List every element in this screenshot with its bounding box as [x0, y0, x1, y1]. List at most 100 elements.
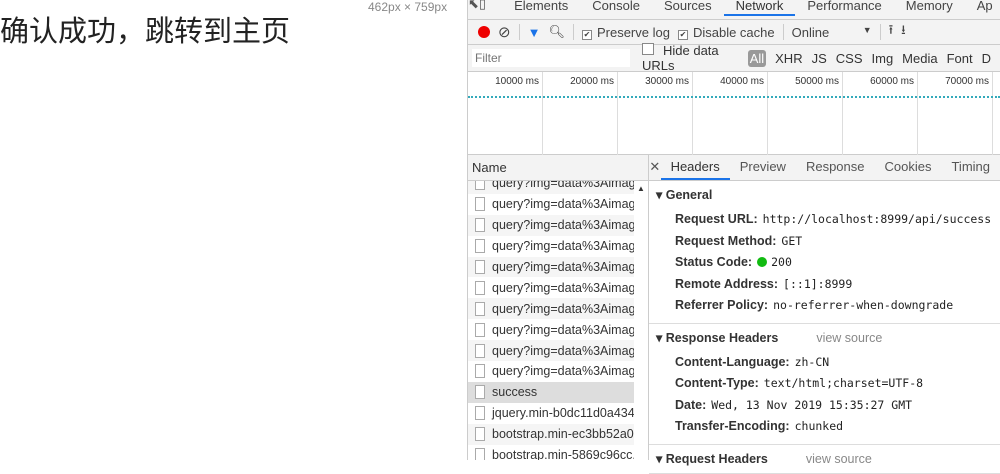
- tab-sources[interactable]: Sources: [652, 0, 724, 20]
- view-source-link[interactable]: view source: [816, 331, 882, 345]
- filter-input[interactable]: [472, 49, 630, 67]
- tab-cookies[interactable]: Cookies: [875, 155, 942, 180]
- request-row[interactable]: bootstrap.min-ec3bb52a0.: [468, 423, 634, 445]
- response-headers-toggle[interactable]: ▾ Response Headers view source: [656, 330, 1000, 346]
- request-details: ✕ Headers Preview Response Cookies Timin…: [649, 155, 1000, 474]
- filter-bar: Hide data URLs All XHR JS CSS Img Media …: [468, 43, 1000, 73]
- request-row[interactable]: success: [468, 381, 634, 403]
- request-row[interactable]: query?img=data%3Aimag.: [468, 298, 634, 320]
- device-toolbar-icon[interactable]: ▯: [479, 0, 486, 12]
- devtools-tabs: ⬉ ▯ Elements Console Sources Network Per…: [468, 0, 1000, 20]
- name-column-header[interactable]: Name: [468, 155, 649, 181]
- request-row[interactable]: query?img=data%3Aimag.: [468, 236, 634, 257]
- header-value: chunked: [794, 419, 844, 433]
- file-icon: [475, 343, 485, 358]
- filter-type-css[interactable]: CSS: [836, 51, 863, 66]
- tab-headers[interactable]: Headers: [660, 155, 730, 180]
- header-key: Content-Language:: [675, 354, 790, 369]
- section-title: General: [665, 188, 713, 202]
- filter-type-img[interactable]: Img: [872, 51, 894, 66]
- general-toggle[interactable]: ▾ General: [656, 187, 1000, 203]
- request-name: query?img=data%3Aimag.: [492, 301, 634, 316]
- search-icon[interactable]: 🔍︎: [548, 24, 565, 40]
- file-icon: [475, 385, 485, 400]
- request-list-scrollbar[interactable]: ▲: [634, 181, 649, 460]
- file-icon: [475, 197, 485, 212]
- request-row[interactable]: query?img=data%3Aimag.: [468, 214, 634, 236]
- tab-response[interactable]: Response: [796, 155, 875, 180]
- tab-application[interactable]: Ap: [965, 0, 1000, 20]
- preserve-log-checkbox[interactable]: ✔ Preserve log: [581, 25, 670, 40]
- request-row[interactable]: query?img=data%3Aimag.: [468, 361, 634, 382]
- request-row[interactable]: query?img=data%3Aimag.: [468, 194, 634, 215]
- request-name: query?img=data%3Aimag.: [492, 364, 634, 379]
- filter-type-all[interactable]: All: [747, 49, 767, 67]
- timeline-tick: 50000 ms: [768, 72, 843, 155]
- tab-memory[interactable]: Memory: [894, 0, 965, 20]
- close-icon[interactable]: ✕: [649, 155, 661, 180]
- throttle-select[interactable]: Online ▼: [792, 25, 872, 40]
- request-row[interactable]: query?img=data%3Aimag.: [468, 319, 634, 340]
- filter-icon[interactable]: ▼: [528, 25, 541, 40]
- header-value: no-referrer-when-downgrade: [773, 298, 954, 312]
- header-key: Content-Type:: [675, 376, 759, 390]
- filter-type-xhr[interactable]: XHR: [775, 51, 802, 66]
- file-icon: [475, 260, 485, 274]
- record-icon[interactable]: [478, 26, 490, 38]
- timeline-tick: 60000 ms: [843, 72, 918, 155]
- devtools-panel: ⬉ ▯ Elements Console Sources Network Per…: [467, 0, 1000, 474]
- status-ok-icon: [757, 257, 768, 267]
- inspect-element-icon[interactable]: ⬉: [468, 0, 479, 12]
- view-source-link[interactable]: view source: [806, 452, 872, 466]
- request-row[interactable]: bootstrap.min-5869c96cc.: [468, 445, 634, 460]
- details-tabs: ✕ Headers Preview Response Cookies Timin…: [649, 155, 1000, 181]
- filter-type-doc[interactable]: D: [982, 51, 991, 66]
- request-name: query?img=data%3Aimag.: [492, 260, 634, 274]
- header-item: Date: Wed, 13 Nov 2019 15:35:27 GMT: [656, 395, 1000, 417]
- request-row[interactable]: query?img=data%3Aimag.: [468, 181, 634, 194]
- file-icon: [475, 301, 485, 316]
- tab-performance[interactable]: Performance: [795, 0, 893, 20]
- filter-type-js[interactable]: JS: [812, 51, 827, 66]
- import-har-icon[interactable]: ⭱: [889, 21, 894, 43]
- divider: [572, 24, 574, 40]
- header-key: Referrer Policy:: [675, 298, 769, 312]
- timeline-tick: 10000 ms: [468, 72, 543, 155]
- header-key: Transfer-Encoding:: [675, 419, 790, 433]
- tab-network[interactable]: Network: [723, 0, 796, 16]
- file-icon: [475, 406, 485, 421]
- header-key: Remote Address:: [675, 276, 779, 291]
- file-icon: [475, 322, 485, 337]
- chevron-down-icon: ▼: [862, 24, 872, 35]
- filter-type-font[interactable]: Font: [947, 51, 973, 66]
- request-row[interactable]: jquery.min-b0dc11d0a434.: [468, 403, 634, 424]
- request-name: jquery.min-b0dc11d0a434.: [492, 406, 634, 421]
- request-row[interactable]: query?img=data%3Aimag.: [468, 340, 634, 362]
- timeline-overview[interactable]: 10000 ms 20000 ms 30000 ms 40000 ms 5000…: [468, 72, 1000, 155]
- clear-icon[interactable]: ⊘: [498, 23, 511, 41]
- file-icon: [475, 364, 485, 379]
- scroll-up-icon[interactable]: ▲: [634, 184, 648, 193]
- header-value: GET: [781, 233, 803, 248]
- header-key: Request URL:: [675, 212, 758, 226]
- tab-timing[interactable]: Timing: [941, 155, 1000, 180]
- tab-preview[interactable]: Preview: [730, 155, 796, 180]
- triangle-down-icon: ▾: [656, 188, 666, 202]
- disable-cache-checkbox[interactable]: ✔ Disable cache: [677, 25, 775, 40]
- triangle-down-icon: ▾: [656, 330, 666, 345]
- tab-elements[interactable]: Elements: [502, 0, 580, 20]
- request-headers-toggle[interactable]: ▾ Request Headers view source: [656, 451, 1000, 467]
- header-item: Status Code: 200: [656, 252, 1000, 274]
- header-item: Request URL: http://localhost:8999/api/su…: [656, 209, 1000, 231]
- header-value: Wed, 13 Nov 2019 15:35:27 GMT: [711, 397, 913, 412]
- hide-data-urls-checkbox[interactable]: Hide data URLs: [642, 43, 739, 73]
- timeline-activity: [468, 96, 1000, 98]
- request-row[interactable]: query?img=data%3Aimag.: [468, 256, 634, 278]
- header-value: text/html;charset=UTF-8: [763, 376, 924, 390]
- timeline-tick: 70000 ms: [918, 72, 993, 155]
- request-row[interactable]: query?img=data%3Aimag.: [468, 277, 634, 298]
- export-har-icon[interactable]: ⭳: [901, 21, 906, 43]
- filter-type-media[interactable]: Media: [902, 51, 937, 66]
- timeline-tick: 40000 ms: [693, 72, 768, 155]
- tab-console[interactable]: Console: [580, 0, 652, 20]
